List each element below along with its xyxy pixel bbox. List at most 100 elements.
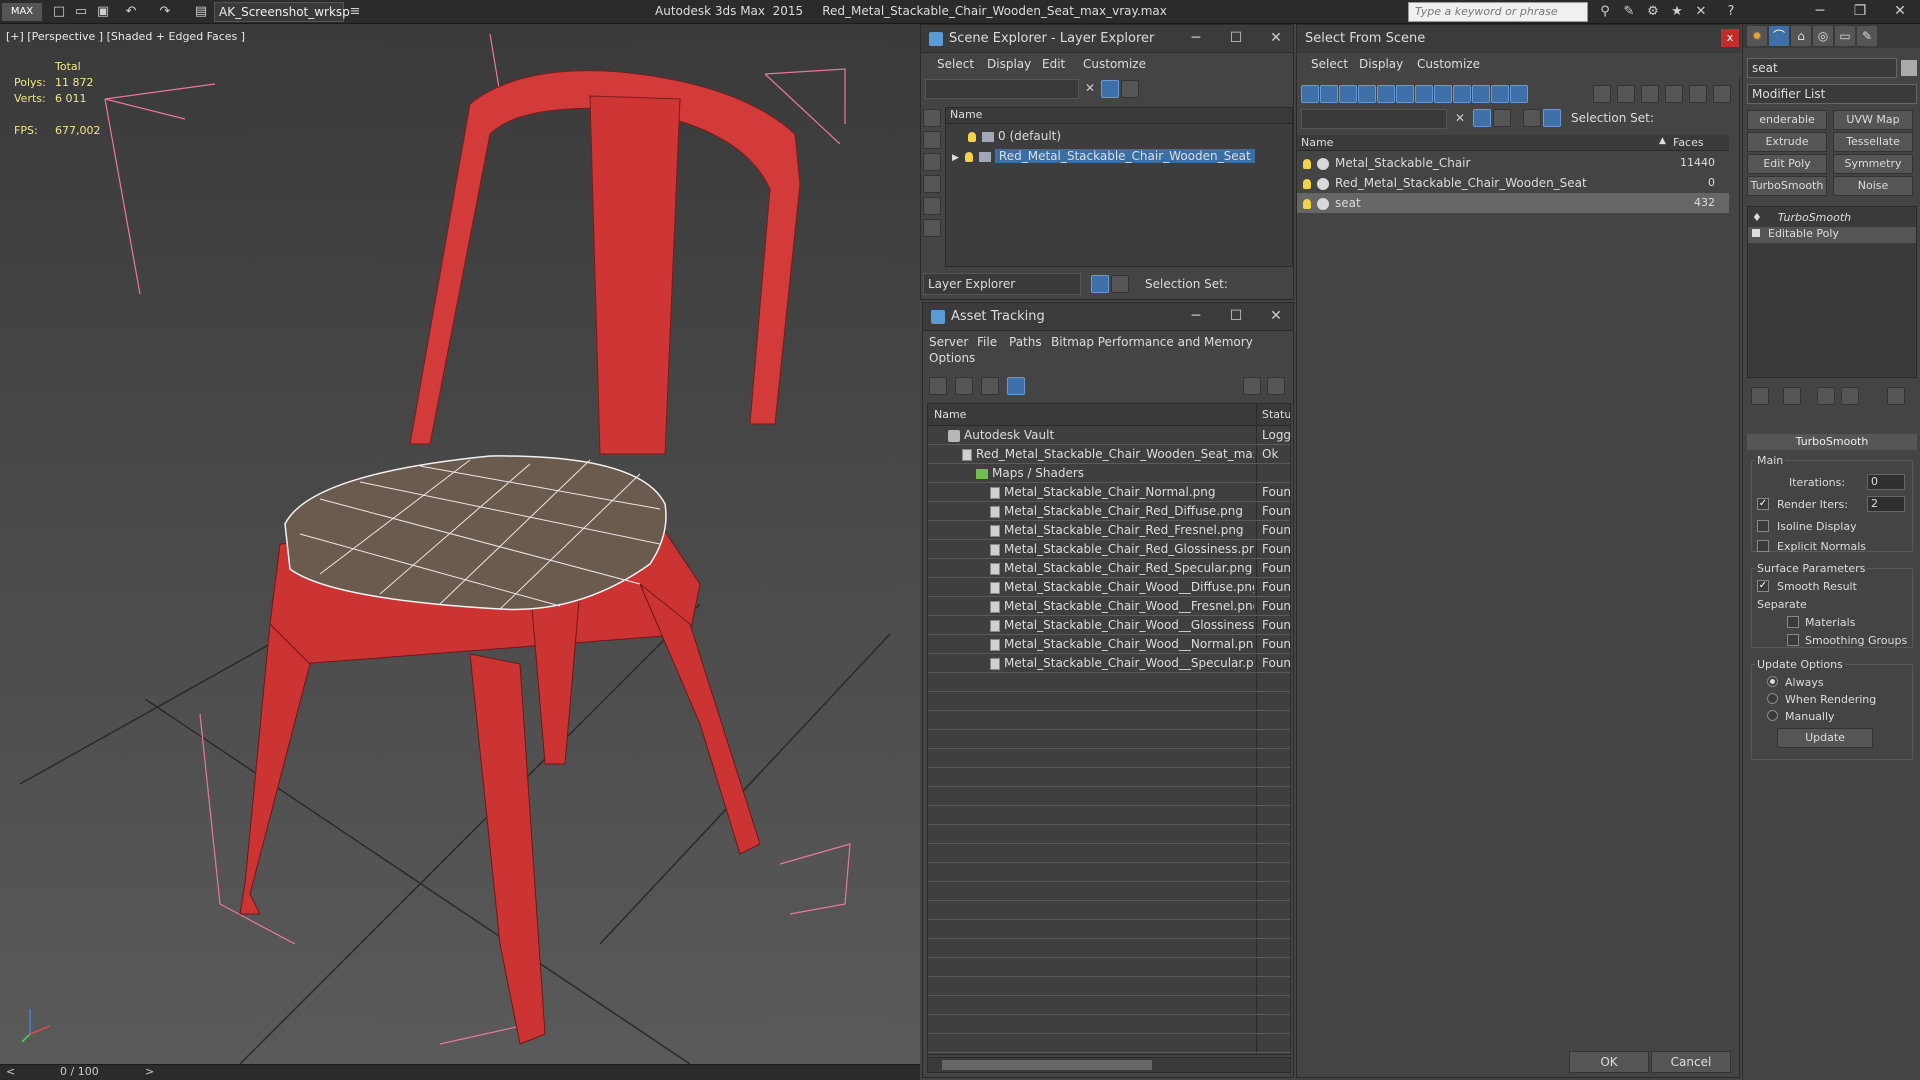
hierarchy-tab-icon[interactable]: ⌂ <box>1791 26 1811 46</box>
scene-explorer-titlebar[interactable]: Scene Explorer - Layer Explorer ─ ☐ ✕ <box>921 25 1293 53</box>
time-slider[interactable]: < 0 / 100 > <box>0 1064 920 1080</box>
turbosmooth-rollout-header[interactable]: TurboSmooth <box>1747 434 1917 450</box>
project-folder-icon[interactable]: ▤ <box>192 3 210 21</box>
display-bones-icon[interactable] <box>1453 85 1471 103</box>
workspace-dropdown[interactable]: AK_Screenshot_wrksp <box>214 2 350 22</box>
display-helpers-icon[interactable] <box>1377 85 1395 103</box>
menu-select[interactable]: Select <box>937 57 974 71</box>
close-window-button[interactable]: ✕ <box>1880 0 1920 24</box>
asset-row[interactable]: Autodesk Vault Logge <box>928 426 1290 445</box>
display-shapes-icon[interactable] <box>1320 85 1338 103</box>
menu-server[interactable]: Server <box>929 335 968 349</box>
close-dialog-button[interactable]: x <box>1721 29 1739 47</box>
hierarchy-icon[interactable] <box>1543 109 1561 127</box>
select-none-icon[interactable] <box>1617 85 1635 103</box>
collapse-icon[interactable] <box>1713 85 1731 103</box>
menu-display[interactable]: Display <box>1359 57 1403 71</box>
layer-row-default[interactable]: 0 (default) <box>968 126 1061 146</box>
expand-box-icon[interactable] <box>1752 229 1760 237</box>
asset-row[interactable]: Metal_Stackable_Chair_Red_Specular.png Fo… <box>928 559 1290 578</box>
isoline-display-checkbox[interactable] <box>1757 520 1769 532</box>
save-file-icon[interactable]: ▣ <box>94 3 112 21</box>
hierarchy-icon[interactable] <box>1111 275 1129 293</box>
time-next-icon[interactable]: > <box>145 1065 154 1078</box>
menu-options[interactable]: Options <box>929 351 975 365</box>
help-icon[interactable]: ? <box>1722 3 1740 21</box>
menu-customize[interactable]: Customize <box>1083 57 1146 71</box>
display-geometry-icon[interactable] <box>923 131 941 149</box>
menu-file[interactable]: File <box>977 335 997 349</box>
display-hidden-icon[interactable] <box>1510 85 1528 103</box>
stack-item-editable-poly[interactable]: Editable Poly <box>1748 227 1916 243</box>
display-groups-icon[interactable] <box>1415 85 1433 103</box>
show-end-result-icon[interactable] <box>1783 387 1801 405</box>
layer-tree-header[interactable]: Name <box>946 108 1292 124</box>
scrollbar-thumb[interactable] <box>942 1060 1152 1070</box>
lightbulb-icon[interactable] <box>1303 198 1311 209</box>
minimize-window-button[interactable]: ─ <box>1800 0 1840 24</box>
horizontal-scrollbar[interactable] <box>927 1057 1291 1073</box>
menu-select[interactable]: Select <box>1311 57 1348 71</box>
symmetry-button[interactable]: Symmetry <box>1833 154 1913 174</box>
search-input[interactable]: Type a keyword or phrase <box>1408 2 1588 22</box>
close-panel-button[interactable]: ✕ <box>1261 307 1291 327</box>
scene-filter-input[interactable] <box>925 79 1079 99</box>
col-faces-header[interactable]: Faces <box>1673 136 1704 149</box>
create-tab-icon[interactable]: ✹ <box>1747 26 1767 46</box>
tessellate-button[interactable]: Tessellate <box>1833 132 1913 152</box>
thumbnail-view-icon[interactable] <box>981 377 999 395</box>
tools-icon[interactable]: ✎ <box>1620 3 1638 21</box>
workspace-menu-icon[interactable]: ≡ <box>346 3 364 21</box>
layer-options-icon[interactable] <box>1493 109 1511 127</box>
smoothing-groups-checkbox[interactable] <box>1787 634 1799 646</box>
sort-icon[interactable] <box>1689 85 1707 103</box>
cancel-button[interactable]: Cancel <box>1651 1051 1731 1073</box>
menu-display[interactable]: Display <box>987 57 1031 71</box>
render-iters-checkbox[interactable]: ✓ <box>1757 498 1769 510</box>
display-tab-icon[interactable]: ▭ <box>1835 26 1855 46</box>
extrude-button[interactable]: Extrude <box>1747 132 1827 152</box>
asset-row[interactable]: Metal_Stackable_Chair_Wood__Normal.png Fo… <box>928 635 1290 654</box>
lightbulb-icon[interactable] <box>968 131 976 142</box>
configure-sets-icon[interactable] <box>1887 387 1905 405</box>
col-name-header[interactable]: Name <box>934 408 966 421</box>
clear-find-icon[interactable]: ✕ <box>1455 111 1465 125</box>
expand-arrow-icon[interactable]: ▶ <box>952 153 959 163</box>
display-cameras-icon[interactable] <box>1358 85 1376 103</box>
display-containers-icon[interactable] <box>1472 85 1490 103</box>
lightbulb-icon[interactable] <box>1303 158 1311 169</box>
object-name-field[interactable]: seat <box>1747 58 1897 78</box>
motion-tab-icon[interactable]: ◎ <box>1813 26 1833 46</box>
subscription-icon[interactable]: ⚙ <box>1644 3 1662 21</box>
layer-row-chair[interactable]: ▶ Red_Metal_Stackable_Chair_Wooden_Seat <box>952 146 1255 166</box>
object-color-swatch[interactable] <box>1901 60 1917 76</box>
display-spacewarps-icon[interactable] <box>1396 85 1414 103</box>
always-radio[interactable] <box>1767 676 1778 687</box>
app-logo-icon[interactable]: MAX <box>2 3 42 21</box>
stack-item-turbosmooth[interactable]: ♦ TurboSmooth <box>1752 211 1851 224</box>
display-none-icon[interactable] <box>923 109 941 127</box>
layer-explorer-icon[interactable] <box>1523 109 1541 127</box>
modify-tab-icon[interactable]: ⌒ <box>1769 26 1789 46</box>
layer-explorer-icon[interactable] <box>1091 275 1109 293</box>
clear-filter-icon[interactable]: ✕ <box>1085 81 1095 95</box>
settings-icon[interactable] <box>1267 377 1285 395</box>
uvw-map-button[interactable]: UVW Map <box>1833 110 1913 130</box>
display-cameras-icon[interactable] <box>923 197 941 215</box>
display-lights-icon[interactable] <box>1339 85 1357 103</box>
when-rendering-radio[interactable] <box>1767 693 1778 704</box>
filter-icon[interactable] <box>1101 80 1119 98</box>
binoculars-icon[interactable]: ⚲ <box>1596 3 1614 21</box>
new-file-icon[interactable]: □ <box>50 3 68 21</box>
star-icon[interactable]: ★ <box>1668 3 1686 21</box>
lightbulb-icon[interactable]: ♦ <box>1752 211 1762 224</box>
col-status-header[interactable]: Status <box>1262 408 1290 421</box>
asset-row[interactable]: Metal_Stackable_Chair_Red_Glossiness.png… <box>928 540 1290 559</box>
minimize-panel-button[interactable]: ─ <box>1181 307 1211 327</box>
asset-row[interactable]: Metal_Stackable_Chair_Red_Fresnel.png Fou… <box>928 521 1290 540</box>
minimize-panel-button[interactable]: ─ <box>1181 29 1211 49</box>
lightbulb-icon[interactable] <box>964 151 973 162</box>
remove-modifier-icon[interactable] <box>1841 387 1859 405</box>
pin-stack-icon[interactable] <box>1751 387 1769 405</box>
render-iters-spinner[interactable]: 2 <box>1867 496 1905 512</box>
